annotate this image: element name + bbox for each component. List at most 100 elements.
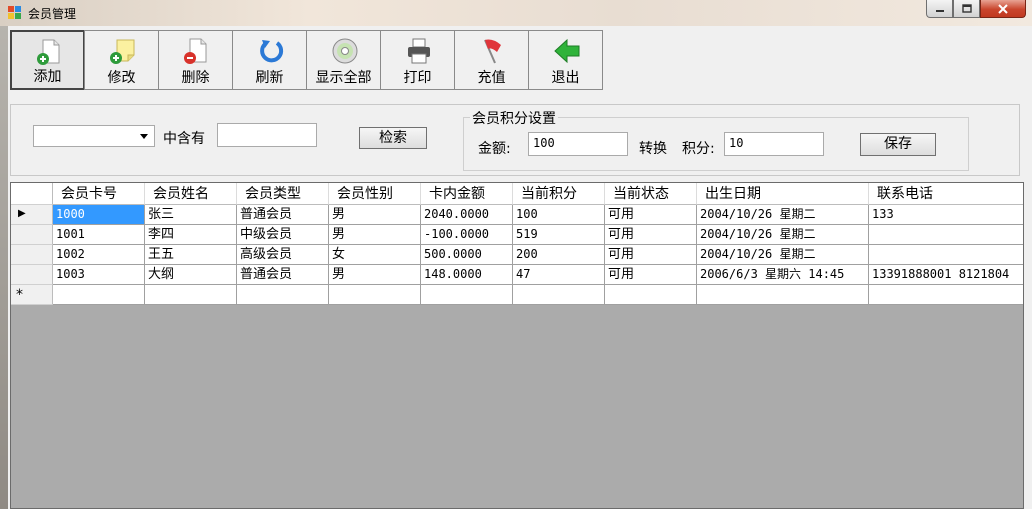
- close-icon: [998, 3, 1008, 14]
- table-cell[interactable]: 李四: [145, 225, 237, 245]
- column-header[interactable]: 会员姓名: [145, 183, 237, 205]
- table-cell[interactable]: 中级会员: [237, 225, 329, 245]
- table-cell[interactable]: 可用: [605, 265, 697, 285]
- search-panel: 中含有 检索 会员积分设置 金额: 100 转换 积分: 10 保存: [10, 104, 1020, 176]
- table-cell[interactable]: 519: [513, 225, 605, 245]
- exit-button[interactable]: 退出: [528, 30, 603, 90]
- delete-button-label: 删除: [181, 70, 210, 86]
- table-cell[interactable]: 可用: [605, 245, 697, 265]
- table-cell[interactable]: 2004/10/26 星期二: [697, 205, 869, 225]
- points-label: 积分:: [682, 141, 715, 157]
- row-header[interactable]: [11, 245, 53, 265]
- close-button[interactable]: [980, 0, 1026, 18]
- table-cell[interactable]: 普通会员: [237, 265, 329, 285]
- table-cell[interactable]: 2004/10/26 星期二: [697, 225, 869, 245]
- edit-button[interactable]: 修改: [84, 30, 159, 90]
- new-row-cell[interactable]: [53, 285, 145, 305]
- table-cell[interactable]: 500.0000: [421, 245, 513, 265]
- table-cell[interactable]: 2040.0000: [421, 205, 513, 225]
- table-cell[interactable]: 13391888001 8121804: [869, 265, 1023, 285]
- points-settings-title: 会员积分设置: [470, 108, 558, 128]
- table-cell[interactable]: 1002: [53, 245, 145, 265]
- row-header[interactable]: [11, 225, 53, 245]
- new-row-cell[interactable]: [605, 285, 697, 305]
- exit-button-label: 退出: [551, 70, 580, 86]
- search-field-dropdown[interactable]: [33, 125, 155, 147]
- amount-label: 金额:: [478, 141, 511, 157]
- table-cell[interactable]: 王五: [145, 245, 237, 265]
- edit-note-icon: [110, 39, 135, 64]
- add-button[interactable]: 添加: [10, 30, 85, 90]
- members-grid[interactable]: 会员卡号 会员姓名 会员类型 会员性别 卡内金额 当前积分 当前状态 出生日期 联系电话 ▶ 100…: [10, 182, 1024, 509]
- table-cell[interactable]: 200: [513, 245, 605, 265]
- table-cell[interactable]: 2006/6/3 星期六 14:45: [697, 265, 869, 285]
- row-header[interactable]: [11, 265, 53, 285]
- refresh-icon: [260, 40, 284, 63]
- convert-label: 转换: [639, 141, 667, 157]
- column-header[interactable]: 会员性别: [329, 183, 421, 205]
- new-row-cell[interactable]: [145, 285, 237, 305]
- column-header[interactable]: 会员类型: [237, 183, 329, 205]
- table-cell[interactable]: 1003: [53, 265, 145, 285]
- table-cell[interactable]: 普通会员: [237, 205, 329, 225]
- table-cell[interactable]: 男: [329, 265, 421, 285]
- grid-corner-header[interactable]: [11, 183, 53, 205]
- column-header[interactable]: 出生日期: [697, 183, 869, 205]
- table-cell[interactable]: 张三: [145, 205, 237, 225]
- edit-button-label: 修改: [107, 70, 136, 86]
- contains-label: 中含有: [163, 131, 205, 147]
- new-row-marker-icon: *: [16, 287, 23, 303]
- exit-arrow-icon: [554, 38, 580, 64]
- new-row-cell[interactable]: [697, 285, 869, 305]
- toolbar: 添加 修改 删除 刷新 显示全部 打印 充值 退出: [10, 30, 603, 90]
- minimize-button[interactable]: [926, 0, 953, 18]
- new-row-cell[interactable]: [513, 285, 605, 305]
- amount-input[interactable]: 100: [528, 132, 628, 156]
- column-header[interactable]: 会员卡号: [53, 183, 145, 205]
- table-cell[interactable]: 男: [329, 205, 421, 225]
- points-settings-group: 会员积分设置 金额: 100 转换 积分: 10 保存: [463, 108, 969, 171]
- new-row-cell[interactable]: [237, 285, 329, 305]
- table-cell[interactable]: 女: [329, 245, 421, 265]
- table-cell[interactable]: 男: [329, 225, 421, 245]
- show-all-button-label: 显示全部: [315, 70, 372, 86]
- table-cell[interactable]: 133: [869, 205, 1023, 225]
- refresh-button-label: 刷新: [255, 70, 284, 86]
- column-header[interactable]: 联系电话: [869, 183, 1023, 205]
- table-cell[interactable]: 2004/10/26 星期二: [697, 245, 869, 265]
- refresh-button[interactable]: 刷新: [232, 30, 307, 90]
- new-row-header[interactable]: *: [11, 285, 53, 305]
- print-button[interactable]: 打印: [380, 30, 455, 90]
- table-cell[interactable]: -100.0000: [421, 225, 513, 245]
- table-cell[interactable]: 可用: [605, 205, 697, 225]
- column-header[interactable]: 卡内金额: [421, 183, 513, 205]
- points-input[interactable]: 10: [724, 132, 824, 156]
- table-cell[interactable]: 1001: [53, 225, 145, 245]
- table-cell[interactable]: [869, 245, 1023, 265]
- delete-button[interactable]: 删除: [158, 30, 233, 90]
- table-cell[interactable]: 大纲: [145, 265, 237, 285]
- new-row-cell[interactable]: [869, 285, 1023, 305]
- column-header[interactable]: 当前状态: [605, 183, 697, 205]
- recharge-button-label: 充值: [477, 70, 506, 86]
- table-cell[interactable]: 148.0000: [421, 265, 513, 285]
- search-button[interactable]: 检索: [359, 127, 427, 149]
- table-cell[interactable]: 1000: [53, 205, 145, 225]
- table-cell[interactable]: 47: [513, 265, 605, 285]
- save-button[interactable]: 保存: [860, 133, 936, 156]
- table-cell[interactable]: 高级会员: [237, 245, 329, 265]
- show-all-button[interactable]: 显示全部: [306, 30, 381, 90]
- maximize-button[interactable]: [953, 0, 980, 18]
- add-document-icon: [37, 39, 60, 65]
- app-icon: [8, 6, 22, 19]
- new-row-cell[interactable]: [329, 285, 421, 305]
- recharge-button[interactable]: 充值: [454, 30, 529, 90]
- keyword-input[interactable]: [217, 123, 317, 147]
- table-cell[interactable]: 100: [513, 205, 605, 225]
- table-cell[interactable]: [869, 225, 1023, 245]
- print-button-label: 打印: [403, 70, 432, 86]
- row-header[interactable]: ▶: [11, 205, 53, 225]
- new-row-cell[interactable]: [421, 285, 513, 305]
- column-header[interactable]: 当前积分: [513, 183, 605, 205]
- table-cell[interactable]: 可用: [605, 225, 697, 245]
